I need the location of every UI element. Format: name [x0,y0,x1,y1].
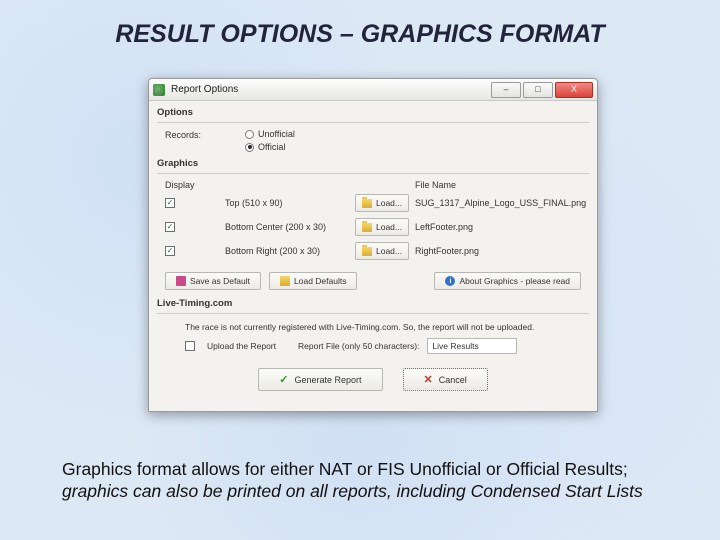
window-title: Report Options [171,84,491,95]
btn-label: Load... [376,246,402,256]
group-graphics-label: Graphics [157,158,589,169]
livetiming-row: Upload the Report Report File (only 50 c… [157,338,589,360]
btn-label: Save as Default [190,276,250,286]
gfx-file: SUG_1317_Alpine_Logo_USS_FINAL.png [415,198,589,208]
checkbox-upload[interactable] [185,341,195,351]
divider [157,173,589,174]
checkbox-bottom-center[interactable] [165,222,175,232]
report-file-label: Report File (only 50 characters): [298,341,419,351]
records-row: Records: Unofficial Official [157,129,589,152]
gfx-label: Bottom Right (200 x 30) [225,246,355,256]
btn-label: Generate Report [294,375,361,385]
gfx-label: Top (510 x 90) [225,198,355,208]
save-default-button[interactable]: Save as Default [165,272,261,290]
load-br-button[interactable]: Load... [355,242,409,260]
app-icon [153,84,165,96]
folder-icon [362,199,372,208]
folder-icon [362,223,372,232]
load-default-button[interactable]: Load Defaults [269,272,357,290]
slide-title: RESULT OPTIONS – GRAPHICS FORMAT [0,20,720,49]
check-icon: ✓ [279,373,288,386]
btn-label: About Graphics - please read [459,276,570,286]
btn-label: Cancel [439,375,467,385]
report-file-input[interactable]: Live Results [427,338,517,354]
gfx-file: LeftFooter.png [415,222,589,232]
action-row: ✓ Generate Report ✕ Cancel [157,360,589,401]
graphics-header: Display File Name [157,180,589,190]
group-options-label: Options [157,107,589,118]
livetiming-status: The race is not currently registered wit… [157,320,589,338]
graphics-row-top: Top (510 x 90) Load... SUG_1317_Alpine_L… [157,194,589,212]
caption-italic: graphics can also be printed on all repo… [62,481,643,501]
radio-official[interactable]: Official [245,142,295,152]
window-controls: – □ X [491,82,593,98]
minimize-button[interactable]: – [491,82,521,98]
btn-label: Load Defaults [294,276,346,286]
dialog-report-options: Report Options – □ X Options Records: Un… [148,78,598,412]
records-label: Records: [165,129,225,140]
disk-icon [176,276,186,286]
caption-plain: Graphics format allows for either NAT or… [62,459,628,479]
about-graphics-button[interactable]: i About Graphics - please read [434,272,581,290]
maximize-button[interactable]: □ [523,82,553,98]
group-livetiming-label: Live-Timing.com [157,298,589,309]
radio-label: Unofficial [258,129,295,139]
close-button[interactable]: X [555,82,593,98]
checkbox-top[interactable] [165,198,175,208]
generate-report-button[interactable]: ✓ Generate Report [258,368,382,391]
upload-label: Upload the Report [207,341,276,351]
divider [157,122,589,123]
folder-open-icon [280,276,290,286]
radio-dot-icon [245,143,254,152]
checkbox-bottom-right[interactable] [165,246,175,256]
graphics-row-bottom-right: Bottom Right (200 x 30) Load... RightFoo… [157,242,589,260]
cancel-button[interactable]: ✕ Cancel [403,368,488,391]
load-top-button[interactable]: Load... [355,194,409,212]
radio-dot-icon [245,130,254,139]
load-bc-button[interactable]: Load... [355,218,409,236]
gfx-label: Bottom Center (200 x 30) [225,222,355,232]
divider [157,313,589,314]
graphics-row-bottom-center: Bottom Center (200 x 30) Load... LeftFoo… [157,218,589,236]
info-icon: i [445,276,455,286]
defaults-row: Save as Default Load Defaults i About Gr… [157,266,589,292]
slide-caption: Graphics format allows for either NAT or… [62,458,680,503]
col-file: File Name [415,180,589,190]
btn-label: Load... [376,198,402,208]
gfx-file: RightFooter.png [415,246,589,256]
col-display: Display [165,180,225,190]
folder-icon [362,247,372,256]
radio-unofficial[interactable]: Unofficial [245,129,295,139]
x-icon: ✕ [424,373,433,386]
radio-label: Official [258,142,285,152]
titlebar: Report Options – □ X [149,79,597,101]
btn-label: Load... [376,222,402,232]
